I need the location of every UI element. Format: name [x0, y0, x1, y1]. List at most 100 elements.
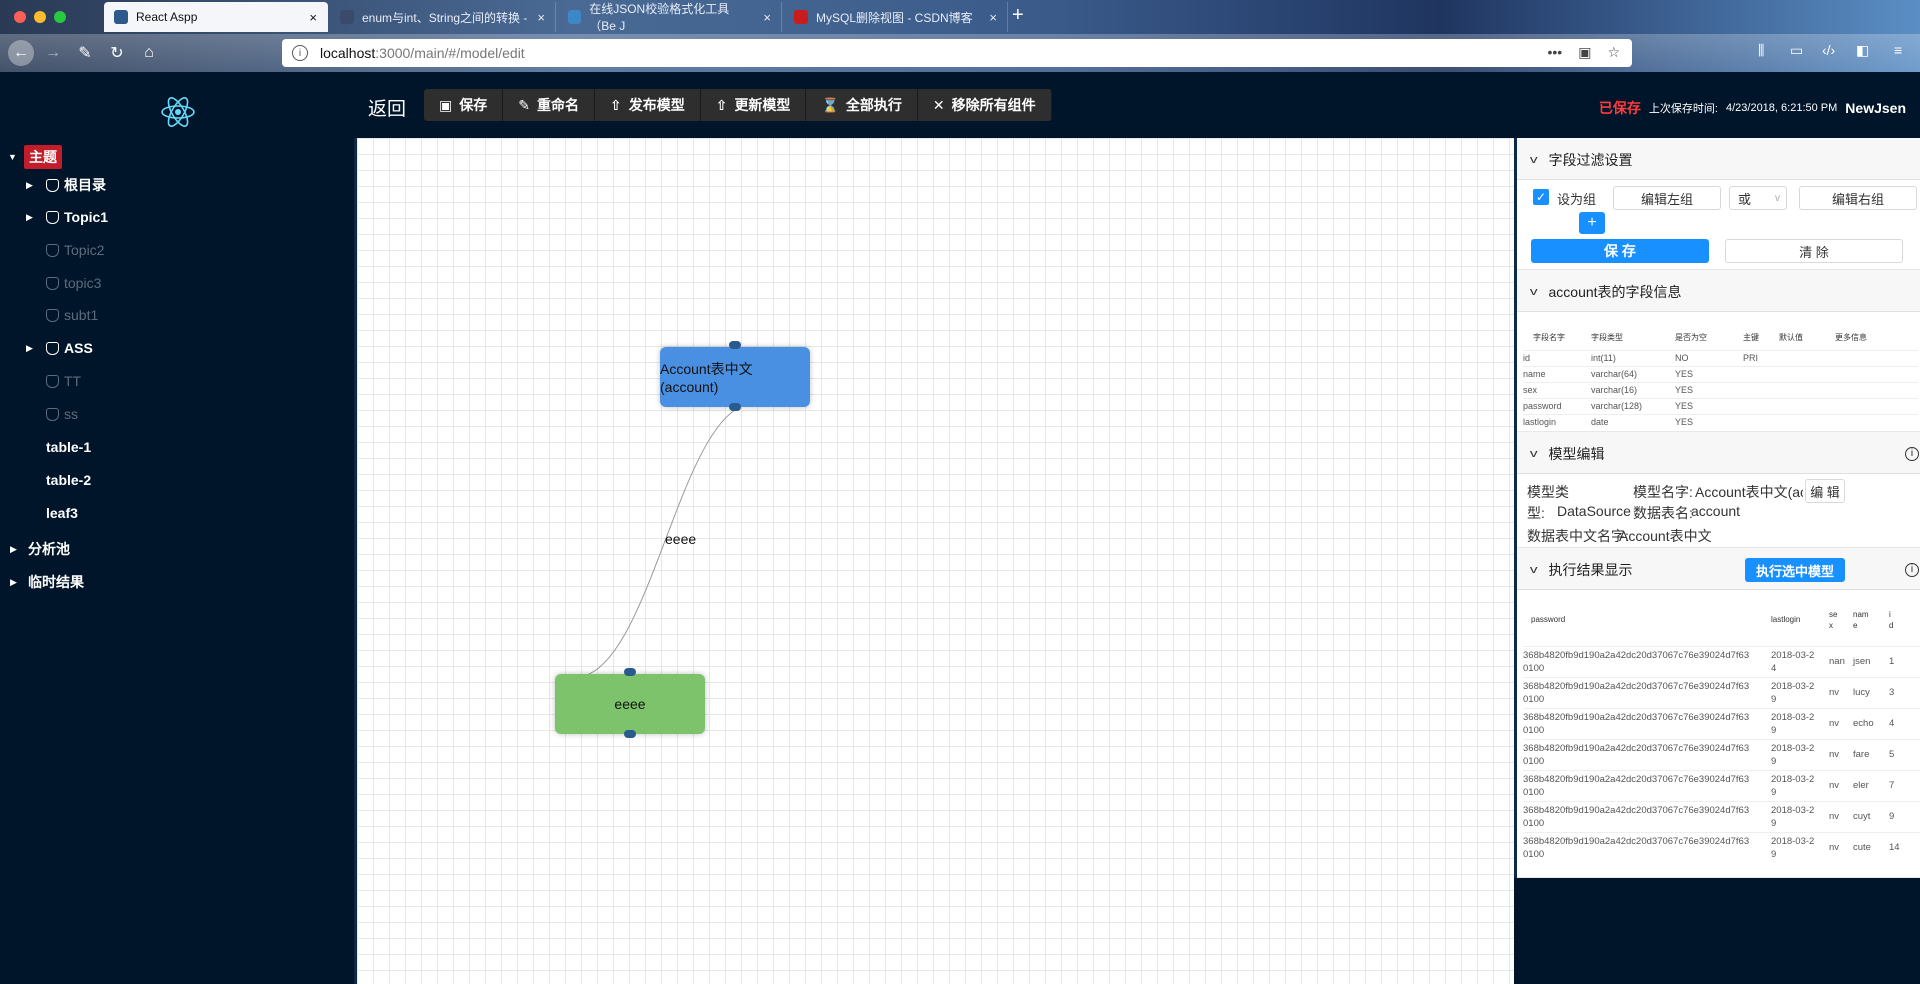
- devtools-icon[interactable]: ‹/›: [1822, 42, 1835, 58]
- site-info-icon[interactable]: i: [292, 45, 308, 61]
- button-label: 发布模型: [628, 97, 685, 113]
- node-port-bottom[interactable]: [624, 730, 636, 738]
- edit-right-group-button[interactable]: 编辑右组: [1799, 186, 1917, 210]
- caret-right-icon[interactable]: ▶: [26, 212, 33, 223]
- tree-node-topic2[interactable]: Topic2: [46, 237, 104, 263]
- cell: 5: [1889, 738, 1920, 770]
- cell: lastlogin: [1523, 413, 1591, 430]
- save-button[interactable]: ▣ 保存: [424, 89, 504, 121]
- table-row: 368b4820fb9d190a2a42dc20d37067c76e39024d…: [1523, 645, 1920, 677]
- tree-node-topic3[interactable]: topic3: [46, 270, 101, 296]
- update-model-button[interactable]: ⇧ 更新模型: [700, 89, 807, 121]
- cell: 2018-03-2 9: [1771, 831, 1829, 863]
- tree-node-label: Topic2: [64, 242, 105, 258]
- browser-tab-react-aspp[interactable]: React Aspp ×: [104, 2, 328, 32]
- extension-icon[interactable]: ◧: [1856, 42, 1869, 59]
- caret-right-icon[interactable]: ▶: [26, 180, 33, 191]
- edit-left-group-button[interactable]: 编辑左组: [1613, 186, 1721, 210]
- node-port-top[interactable]: [624, 668, 636, 676]
- menu-icon[interactable]: ≡: [1894, 42, 1902, 58]
- tree-node-theme[interactable]: 主题: [24, 144, 62, 170]
- cell: 368b4820fb9d190a2a42dc20d37067c76e39024d…: [1523, 676, 1771, 708]
- tree-node-topic1[interactable]: Topic1: [46, 204, 108, 230]
- close-window-icon[interactable]: [14, 11, 26, 23]
- browser-tab-enum[interactable]: enum与int、String之间的转换 - ×: [330, 2, 556, 32]
- zoom-window-icon[interactable]: [54, 11, 66, 23]
- model-edit-header[interactable]: v 模型编辑 i: [1517, 434, 1920, 474]
- bulb-icon: [46, 407, 59, 421]
- add-condition-button[interactable]: +: [1579, 212, 1605, 234]
- operator-select[interactable]: 或v: [1729, 186, 1787, 210]
- group-checkbox[interactable]: ✓: [1533, 189, 1549, 205]
- library-icon[interactable]: ⫼: [1758, 42, 1764, 59]
- csdn-favicon-icon: [794, 10, 808, 24]
- node-account[interactable]: Account表中文(account): [660, 347, 810, 407]
- reload-icon[interactable]: ↻: [106, 42, 128, 64]
- filter-clear-button[interactable]: 清 除: [1725, 239, 1903, 263]
- node-port-top[interactable]: [729, 341, 741, 349]
- home-icon[interactable]: ⌂: [138, 42, 160, 64]
- info-icon[interactable]: i: [1905, 562, 1919, 577]
- node-port-bottom[interactable]: [729, 403, 741, 411]
- window-controls: [14, 11, 66, 23]
- tree-node-label: table-2: [46, 472, 92, 488]
- info-icon[interactable]: i: [1905, 446, 1919, 461]
- filter-save-button[interactable]: 保 存: [1531, 239, 1709, 263]
- wrench-icon[interactable]: ✎: [74, 42, 96, 64]
- model-canvas[interactable]: Account表中文(account) eeee eeee: [354, 138, 1514, 984]
- tree-node-subt1[interactable]: subt1: [46, 302, 98, 328]
- caret-right-icon[interactable]: ▶: [10, 544, 17, 555]
- cell: [1779, 413, 1835, 430]
- caret-right-icon[interactable]: ▶: [26, 343, 33, 354]
- sidebar-toggle-icon[interactable]: ▭: [1790, 42, 1803, 59]
- tree-node-tt[interactable]: TT: [46, 368, 81, 394]
- new-tab-icon[interactable]: +: [1012, 4, 1024, 27]
- back-link[interactable]: 返回: [368, 94, 406, 121]
- run-all-button[interactable]: ⌛ 全部执行: [806, 89, 918, 121]
- cell: [1779, 397, 1835, 414]
- minimize-window-icon[interactable]: [34, 11, 46, 23]
- tree-node-table-2[interactable]: table-2: [46, 467, 91, 493]
- table-row: 368b4820fb9d190a2a42dc20d37067c76e39024d…: [1523, 707, 1920, 739]
- url-bar[interactable]: i localhost:3000/main/#/model/edit ••• ▣…: [282, 39, 1632, 67]
- remove-all-components-button[interactable]: ✕ 移除所有组件: [917, 89, 1052, 121]
- user-name[interactable]: NewJsen: [1845, 100, 1906, 116]
- results-header[interactable]: v 执行结果显示 执行选中模型 i: [1517, 550, 1920, 590]
- more-actions-icon[interactable]: •••: [1547, 44, 1562, 61]
- tree-node-analysis-pool[interactable]: 分析池: [28, 536, 70, 562]
- fields-info-header[interactable]: v account表的字段信息: [1517, 272, 1920, 312]
- rename-button[interactable]: ✎ 重命名: [503, 89, 595, 121]
- edit-model-button[interactable]: 编 辑: [1805, 479, 1845, 503]
- bulb-icon: [46, 243, 59, 257]
- forward-arrow-icon[interactable]: →: [42, 42, 64, 64]
- bookmark-star-icon[interactable]: ☆: [1607, 44, 1620, 61]
- filter-settings-body: ✓ 设为组 编辑左组 或v 编辑右组 + 保 存 清 除: [1517, 180, 1920, 270]
- tab-close-icon[interactable]: ×: [309, 10, 317, 25]
- node-eeee[interactable]: eeee: [555, 674, 705, 734]
- tree-node-root[interactable]: 根目录: [46, 172, 106, 198]
- upload-icon: ⇧: [715, 96, 728, 113]
- chevron-down-icon: v: [1775, 192, 1780, 204]
- browser-tab-mysql[interactable]: MySQL删除视图 - CSDN博客 ×: [784, 2, 1008, 32]
- column-header: 是否为空: [1675, 333, 1707, 343]
- run-selected-model-button[interactable]: 执行选中模型: [1745, 558, 1845, 582]
- caret-down-icon[interactable]: ▼: [8, 152, 17, 162]
- publish-model-button[interactable]: ⇧ 发布模型: [594, 89, 701, 121]
- tree-node-ass[interactable]: ASS: [46, 335, 93, 361]
- pocket-icon[interactable]: ▣: [1578, 44, 1591, 61]
- tree-node-leaf3[interactable]: leaf3: [46, 500, 78, 526]
- cell: nv: [1829, 707, 1853, 739]
- bulb-icon: [46, 341, 59, 355]
- caret-right-icon[interactable]: ▶: [10, 577, 17, 588]
- browser-tab-json[interactable]: 在线JSON校验格式化工具（Be J ×: [558, 2, 782, 33]
- cell: varchar(64): [1591, 365, 1675, 382]
- table-row: sex varchar(16) YES: [1523, 381, 1918, 398]
- filter-settings-header[interactable]: v 字段过滤设置: [1517, 140, 1920, 180]
- tree-node-table-1[interactable]: table-1: [46, 434, 91, 460]
- tab-close-icon[interactable]: ×: [537, 10, 545, 25]
- tab-close-icon[interactable]: ×: [989, 10, 997, 25]
- tree-node-temp-results[interactable]: 临时结果: [28, 569, 84, 595]
- tree-node-ss[interactable]: ss: [46, 401, 78, 427]
- tab-close-icon[interactable]: ×: [763, 10, 771, 25]
- back-arrow-icon[interactable]: ←: [8, 40, 34, 66]
